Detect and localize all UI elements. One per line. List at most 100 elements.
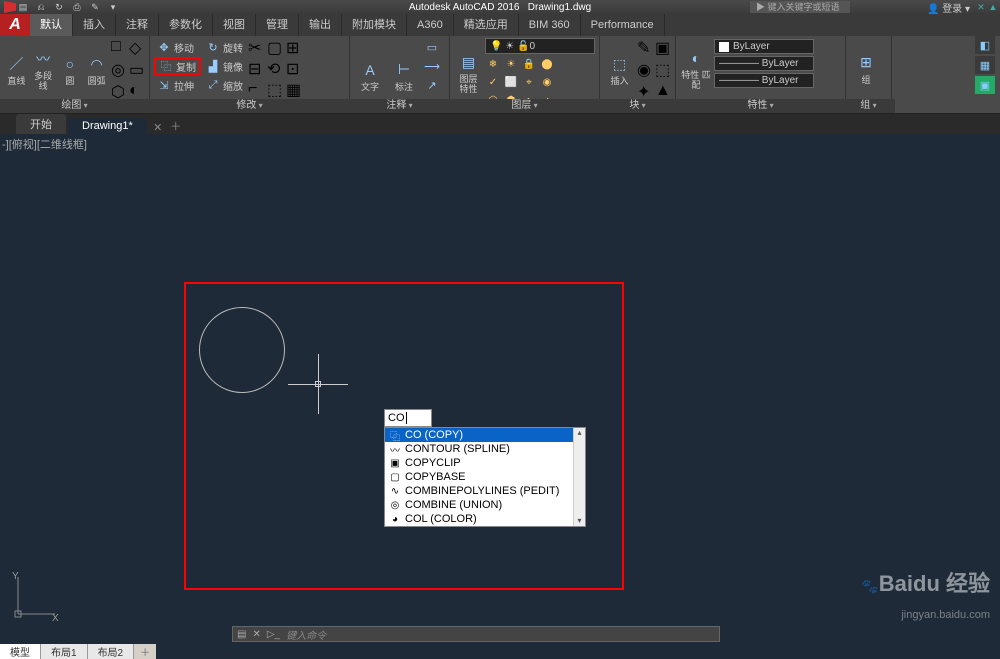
modify-small-button[interactable]: ⊞: [286, 38, 304, 58]
scrollbar[interactable]: ▴▾: [573, 428, 585, 526]
modify-button[interactable]: ✥移动: [154, 38, 201, 56]
match-properties-button[interactable]: ◐特性 匹配: [680, 38, 712, 99]
ribbon-tab[interactable]: A360: [407, 14, 454, 36]
layer-tool-button[interactable]: ◉: [539, 74, 555, 90]
draw-small-button[interactable]: □: [111, 38, 127, 58]
panel-annotate-title[interactable]: 注释: [346, 99, 453, 113]
modify-small-button[interactable]: ⟲: [267, 59, 285, 79]
add-layout-button[interactable]: ＋: [134, 644, 156, 659]
draw-small-button[interactable]: ◎: [111, 60, 127, 80]
help-search[interactable]: ▶ 键入关键字或短语: [750, 1, 850, 13]
ribbon-tab[interactable]: 插入: [73, 14, 116, 36]
help-icon[interactable]: ▲: [988, 2, 998, 12]
close-tab-button[interactable]: ✕: [149, 121, 167, 134]
modify-small-button[interactable]: ⊡: [286, 59, 304, 79]
block-tool-button[interactable]: ✎: [637, 38, 653, 58]
annotate-button[interactable]: ⟶: [422, 57, 442, 75]
draw-tool-button[interactable]: 〰多段线: [31, 38, 56, 102]
modify-small-button[interactable]: ▦: [286, 80, 304, 100]
modify-small-button[interactable]: ✂: [248, 38, 266, 58]
annotate-button[interactable]: ▭: [422, 38, 442, 56]
autocomplete-item[interactable]: ▢COPYBASE: [385, 470, 585, 484]
layer-dropdown[interactable]: 💡 ☀ 🔓 0: [485, 38, 595, 54]
dynamic-input[interactable]: CO: [384, 409, 432, 427]
file-tab[interactable]: 开始: [16, 114, 66, 134]
insert-block-button[interactable]: ⬚插入: [604, 38, 635, 102]
ribbon-tab[interactable]: 默认: [30, 14, 73, 36]
panel-modify-title[interactable]: 修改: [146, 99, 353, 113]
autocomplete-item[interactable]: 〰CONTOUR (SPLINE): [385, 442, 585, 456]
ribbon-tab[interactable]: 附加模块: [342, 14, 407, 36]
command-line[interactable]: ▤ ✕ ▷_ 键入命令: [232, 626, 720, 642]
linetype-combo[interactable]: ———— ByLayer: [714, 73, 814, 88]
panel-layers-title[interactable]: 图层: [446, 99, 603, 113]
qat-button[interactable]: ⎙: [70, 1, 84, 13]
layer-tool-button[interactable]: ✓: [485, 74, 501, 90]
panel-group-title[interactable]: 组: [842, 99, 895, 113]
modify-button[interactable]: ↻旋转: [203, 38, 246, 56]
ribbon-tab[interactable]: Performance: [581, 14, 665, 36]
ribbon-tab[interactable]: 注释: [116, 14, 159, 36]
panel-properties-title[interactable]: 特性: [672, 99, 849, 113]
layer-tool-button[interactable]: ⬤: [539, 56, 555, 72]
autocomplete-item[interactable]: ◕COL (COLOR): [385, 512, 585, 526]
qat-button[interactable]: ⎌: [34, 1, 48, 13]
ribbon-tab[interactable]: 精选应用: [454, 14, 519, 36]
qat-button[interactable]: ✎: [88, 1, 102, 13]
modify-small-button[interactable]: ⌐: [248, 80, 266, 100]
block-tool-button[interactable]: ▣: [655, 38, 671, 58]
layer-tool-button[interactable]: ❄: [485, 56, 501, 72]
qat-button[interactable]: ↻: [52, 1, 66, 13]
modify-small-button[interactable]: ⊟: [248, 59, 266, 79]
annotate-button[interactable]: ↗: [422, 76, 442, 94]
block-tool-button[interactable]: ◉: [637, 60, 653, 80]
user-login[interactable]: 👤 登录 ▾: [927, 0, 970, 15]
layer-tool-button[interactable]: ⬜: [503, 74, 519, 90]
ribbon-tab[interactable]: 参数化: [159, 14, 213, 36]
draw-tool-button[interactable]: ／直线: [4, 38, 29, 102]
layer-tool-button[interactable]: 🔒: [521, 56, 537, 72]
panel-draw-title[interactable]: 绘图: [0, 99, 153, 113]
layer-tool-button[interactable]: ⌖: [521, 74, 537, 90]
application-menu-button[interactable]: A: [0, 14, 30, 36]
panel-block-title[interactable]: 块: [596, 99, 679, 113]
color-combo[interactable]: ByLayer: [714, 39, 814, 54]
ribbon-tab[interactable]: BIM 360: [519, 14, 581, 36]
ribbon-tab[interactable]: 输出: [299, 14, 342, 36]
drawn-circle[interactable]: [199, 307, 285, 393]
draw-small-button[interactable]: ◇: [129, 38, 145, 58]
layer-properties-button[interactable]: ▤图层 特性: [454, 38, 483, 108]
layout-tab[interactable]: 布局1: [41, 644, 88, 659]
overflow-button[interactable]: ◧: [975, 36, 995, 54]
autocomplete-item[interactable]: ▣COPYCLIP: [385, 456, 585, 470]
layout-tab[interactable]: 布局2: [88, 644, 135, 659]
autocomplete-item[interactable]: ∿COMBINEPOLYLINES (PEDIT): [385, 484, 585, 498]
modify-button[interactable]: ⇲拉伸: [154, 76, 201, 94]
ribbon-tab[interactable]: 管理: [256, 14, 299, 36]
exchange-icon[interactable]: ✕: [976, 2, 986, 12]
draw-tool-button[interactable]: ◠圆弧: [84, 38, 109, 102]
block-tool-button[interactable]: ⬚: [655, 60, 671, 80]
draw-small-button[interactable]: ▭: [129, 60, 145, 80]
qat-button[interactable]: ▤: [16, 1, 30, 13]
lineweight-combo[interactable]: ———— ByLayer: [714, 56, 814, 71]
modify-button[interactable]: ⤢缩放: [203, 76, 246, 94]
file-tab[interactable]: Drawing1*: [68, 118, 147, 134]
layout-tab[interactable]: 模型: [0, 644, 41, 659]
copy-button[interactable]: ⿻复制: [154, 57, 201, 75]
draw-tool-button[interactable]: ○圆: [58, 38, 83, 102]
new-tab-button[interactable]: ＋: [167, 118, 185, 134]
autocomplete-item[interactable]: ◎COMBINE (UNION): [385, 498, 585, 512]
ribbon-tab[interactable]: 视图: [213, 14, 256, 36]
viewport-label[interactable]: -][俯视][二维线框]: [2, 136, 87, 152]
modify-small-button[interactable]: ⬚: [267, 80, 285, 100]
group-button[interactable]: ⊞组: [850, 38, 882, 99]
layer-tool-button[interactable]: ☀: [503, 56, 519, 72]
modify-small-button[interactable]: ▢: [267, 38, 285, 58]
overflow-button[interactable]: ▦: [975, 56, 995, 74]
drawing-area[interactable]: -][俯视][二维线框] CO ⿻CO (COPY)〰CONTOUR (SPLI…: [0, 134, 1000, 644]
qat-button[interactable]: ▾: [106, 1, 120, 13]
autocomplete-item[interactable]: ⿻CO (COPY): [385, 428, 585, 442]
overflow-button[interactable]: ▣: [975, 76, 995, 94]
modify-button[interactable]: ▟镜像: [203, 57, 246, 75]
